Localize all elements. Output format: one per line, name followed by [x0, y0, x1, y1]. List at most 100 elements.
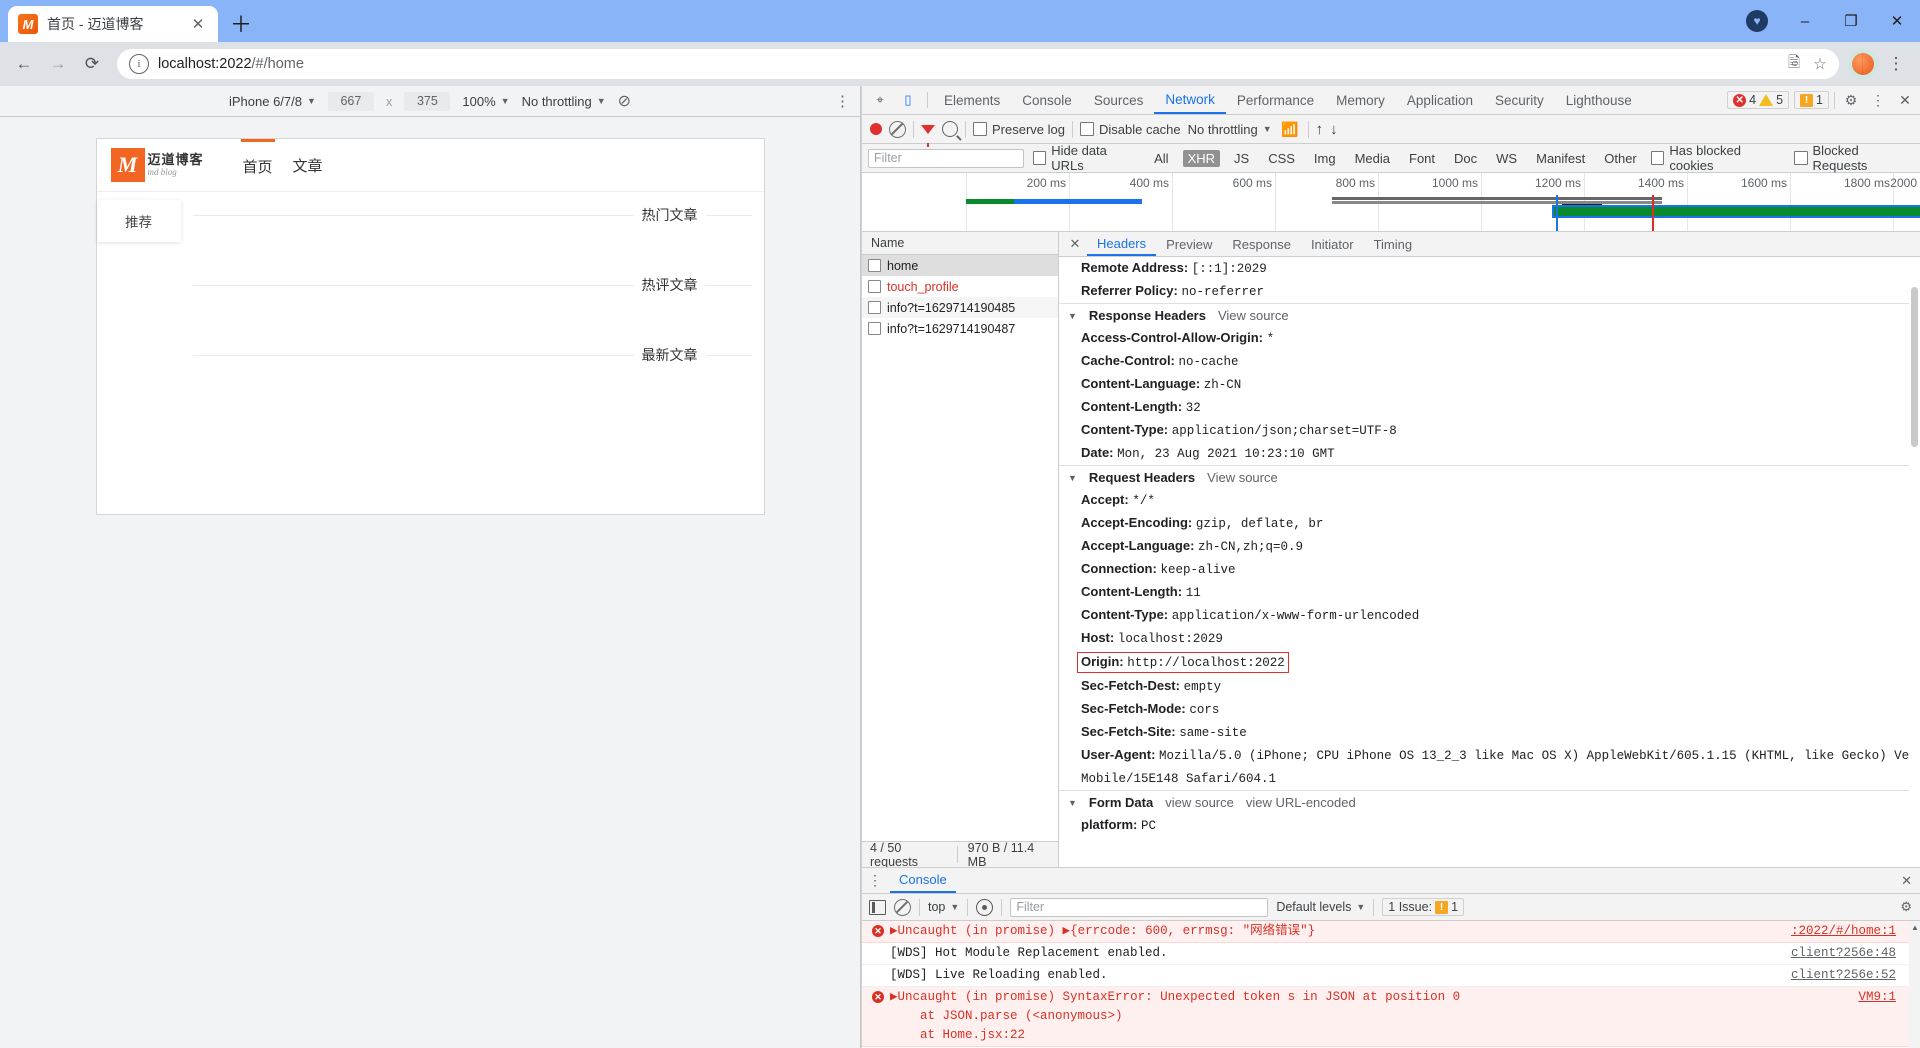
table-row[interactable]: info?t=1629714190487	[862, 318, 1058, 339]
error-warning-badge[interactable]: ✕ 4 5	[1727, 91, 1790, 109]
row-checkbox[interactable]	[868, 322, 881, 335]
tab-elements[interactable]: Elements	[933, 87, 1011, 114]
view-source-link[interactable]: view source	[1165, 795, 1234, 810]
clear-console-icon[interactable]	[894, 898, 911, 916]
export-har-icon[interactable]: ↓	[1330, 121, 1338, 138]
side-tab-recommend[interactable]: 推荐	[96, 200, 181, 242]
console-issues-badge[interactable]: 1 Issue: ! 1	[1382, 898, 1465, 916]
tab-close-icon[interactable]: ✕	[188, 14, 208, 34]
table-row[interactable]: home	[862, 255, 1058, 276]
tab-application[interactable]: Application	[1396, 87, 1484, 114]
tab-sources[interactable]: Sources	[1083, 87, 1155, 114]
rotate-icon[interactable]: ⊘	[618, 91, 631, 111]
inspect-element-icon[interactable]: ⌖	[866, 88, 894, 112]
tab-network[interactable]: Network	[1154, 87, 1226, 114]
view-source-link[interactable]: View source	[1218, 308, 1289, 323]
filter-type-css[interactable]: CSS	[1263, 150, 1300, 167]
list-item[interactable]: [WDS] Live Reloading enabled. client?256…	[862, 965, 1920, 987]
back-button[interactable]: ←	[8, 48, 40, 80]
close-detail-icon[interactable]: ✕	[1063, 236, 1087, 252]
filter-type-manifest[interactable]: Manifest	[1531, 150, 1590, 167]
hide-data-urls-checkbox[interactable]: Hide data URLs	[1032, 143, 1141, 173]
nav-item-articles[interactable]: 文章	[291, 139, 325, 191]
toggle-device-toolbar-icon[interactable]: ▯	[894, 88, 922, 112]
disable-cache-checkbox[interactable]: Disable cache	[1079, 122, 1181, 137]
forward-button[interactable]: →	[42, 48, 74, 80]
new-tab-button[interactable]: ＋	[224, 6, 258, 40]
console-sidebar-icon[interactable]	[869, 899, 886, 915]
zoom-select[interactable]: 100% ▼	[462, 94, 509, 109]
network-filter-input[interactable]: Filter	[868, 148, 1024, 168]
table-row[interactable]: touch_profile	[862, 276, 1058, 297]
headers-content[interactable]: Remote Address: [::1]:2029 Referrer Poli…	[1059, 257, 1920, 867]
site-logo[interactable]: M 迈道博客 md blog	[110, 148, 219, 182]
filter-type-js[interactable]: JS	[1229, 150, 1254, 167]
row-checkbox[interactable]	[868, 259, 881, 272]
device-toolbar-menu[interactable]: ⋮	[835, 92, 850, 110]
address-bar[interactable]: i localhost:2022/#/home 🗟 ☆	[117, 49, 1839, 79]
close-window-button[interactable]: ✕	[1874, 0, 1920, 42]
browser-menu-button[interactable]: ⋮	[1880, 48, 1912, 80]
log-source-link[interactable]: client?256e:52	[1791, 966, 1896, 985]
has-blocked-cookies-checkbox[interactable]: Has blocked cookies	[1650, 143, 1785, 173]
tab-memory[interactable]: Memory	[1325, 87, 1396, 114]
bookmark-star-icon[interactable]: ☆	[1807, 51, 1833, 77]
filter-type-other[interactable]: Other	[1599, 150, 1642, 167]
row-checkbox[interactable]	[868, 280, 881, 293]
console-levels-select[interactable]: Default levels ▼	[1276, 900, 1365, 914]
detail-tab-timing[interactable]: Timing	[1364, 233, 1423, 256]
browser-tab[interactable]: M 首页 - 迈道博客 ✕	[8, 6, 218, 42]
detail-tab-initiator[interactable]: Initiator	[1301, 233, 1364, 256]
translate-icon[interactable]: 🗟	[1781, 51, 1807, 77]
table-row[interactable]: info?t=1629714190485	[862, 297, 1058, 318]
view-source-link[interactable]: View source	[1207, 470, 1278, 485]
blocked-requests-checkbox[interactable]: Blocked Requests	[1793, 143, 1914, 173]
view-url-encoded-link[interactable]: view URL-encoded	[1246, 795, 1356, 810]
profile-avatar[interactable]: ♥	[1746, 10, 1768, 32]
minimize-button[interactable]: –	[1782, 0, 1828, 42]
maximize-button[interactable]: ❐	[1828, 0, 1874, 42]
filter-type-doc[interactable]: Doc	[1449, 150, 1482, 167]
console-log[interactable]: ✕ ▶Uncaught (in promise) ▶{errcode: 600,…	[862, 921, 1920, 1048]
drawer-close-icon[interactable]: ✕	[1901, 873, 1912, 889]
log-source-link[interactable]: client?256e:48	[1791, 944, 1896, 963]
record-button[interactable]	[870, 123, 882, 135]
request-column-header[interactable]: Name	[862, 232, 1058, 255]
list-item[interactable]: ✕ ▶Uncaught (in promise) SyntaxError: Un…	[862, 987, 1920, 1047]
drawer-menu-icon[interactable]: ⋮	[868, 872, 882, 889]
search-icon[interactable]	[942, 121, 958, 137]
scroll-up-icon[interactable]: ▲	[1911, 923, 1919, 932]
tab-performance[interactable]: Performance	[1226, 87, 1325, 114]
log-source-link[interactable]: VM9:1	[1858, 988, 1896, 1007]
network-timeline-overview[interactable]: 200 ms 400 ms 600 ms 800 ms 1000 ms 1200…	[862, 173, 1920, 232]
issues-badge[interactable]: ! 1	[1794, 91, 1829, 109]
preserve-log-checkbox[interactable]: Preserve log	[973, 122, 1065, 137]
device-throttling-select[interactable]: No throttling ▼	[522, 94, 606, 109]
request-headers-section[interactable]: ▼ Request Headers View source	[1059, 465, 1920, 489]
extension-icon[interactable]	[1852, 53, 1874, 75]
devtools-more-icon[interactable]: ⋮	[1867, 89, 1889, 111]
device-height-input[interactable]: 375	[404, 91, 451, 111]
filter-type-ws[interactable]: WS	[1491, 150, 1522, 167]
devtools-settings-icon[interactable]: ⚙	[1840, 89, 1862, 111]
console-scrollbar[interactable]: ▲	[1909, 921, 1920, 1048]
filter-type-img[interactable]: Img	[1309, 150, 1341, 167]
devtools-close-icon[interactable]: ✕	[1894, 89, 1916, 111]
overview-selection[interactable]	[1552, 205, 1920, 218]
console-context-select[interactable]: top ▼	[928, 900, 959, 914]
site-info-icon[interactable]: i	[129, 54, 149, 74]
console-settings-icon[interactable]: ⚙	[1900, 899, 1912, 915]
tab-security[interactable]: Security	[1484, 87, 1555, 114]
detail-tab-preview[interactable]: Preview	[1156, 233, 1222, 256]
filter-type-font[interactable]: Font	[1404, 150, 1440, 167]
list-item[interactable]: ✕ ▶Uncaught (in promise) ▶{errcode: 600,…	[862, 921, 1920, 943]
response-headers-section[interactable]: ▼ Response Headers View source	[1059, 303, 1920, 327]
import-har-icon[interactable]: ↑	[1316, 121, 1324, 138]
network-throttling-select[interactable]: No throttling ▼	[1188, 122, 1272, 137]
console-filter-input[interactable]: Filter	[1010, 897, 1269, 917]
filter-type-all[interactable]: All	[1149, 150, 1173, 167]
tab-console[interactable]: Console	[1011, 87, 1083, 114]
tab-lighthouse[interactable]: Lighthouse	[1555, 87, 1643, 114]
live-expression-icon[interactable]	[976, 898, 994, 916]
filter-type-media[interactable]: Media	[1350, 150, 1395, 167]
